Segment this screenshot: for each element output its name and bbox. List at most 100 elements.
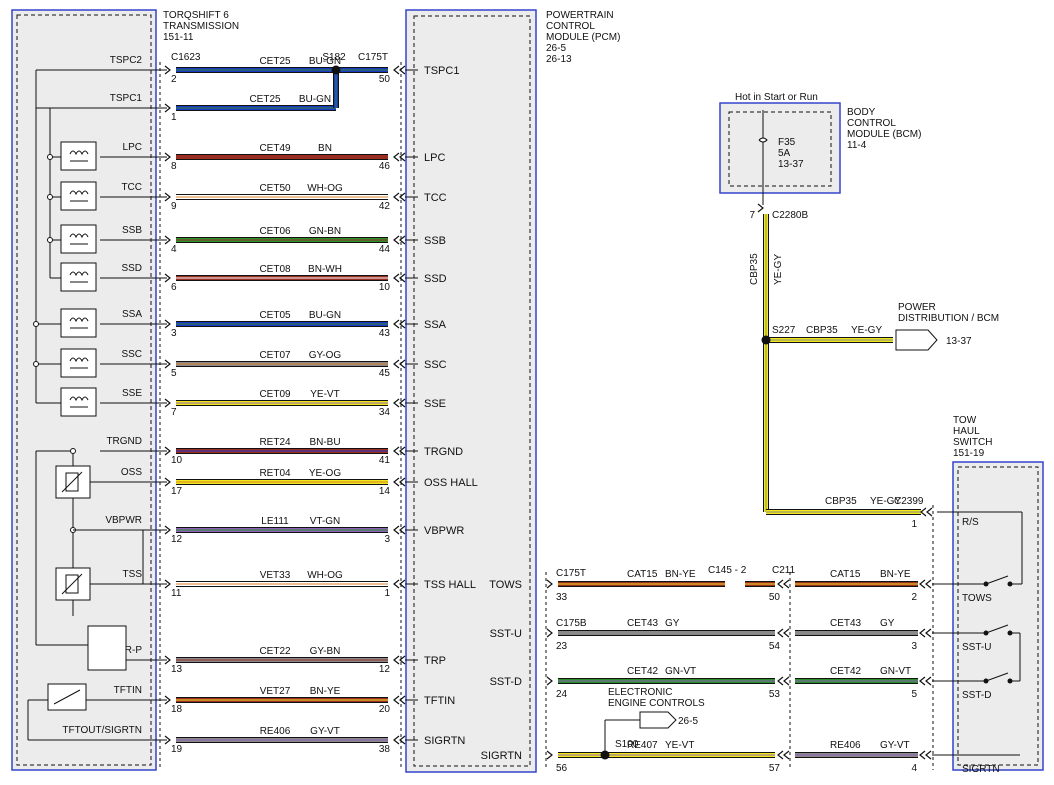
bcm-title-2: MODULE (BCM)	[847, 129, 921, 140]
pcm-right-connector	[546, 628, 553, 638]
eec-title-0: ELECTRONIC	[608, 687, 672, 698]
wire-color: BN-YE	[665, 569, 696, 580]
pcm-connector	[393, 735, 400, 745]
circuit-id: RE406	[830, 740, 861, 751]
trans-pin-number: 4	[171, 244, 177, 255]
pcm-pin-label: LPC	[424, 152, 445, 164]
wire-sst-d-stripe	[558, 680, 775, 682]
c145-label: C145 - 2	[708, 565, 747, 576]
c211-pin: 57	[769, 763, 781, 774]
pcm-pin-number: 14	[379, 486, 391, 497]
tow-title-3: 151-19	[953, 448, 985, 459]
pcm-connector	[393, 319, 400, 329]
pcm-right-connector	[546, 750, 553, 760]
wire-color: YE-VT	[665, 740, 694, 751]
trans-pin-number: 7	[171, 407, 177, 418]
wire-color: YE-OG	[309, 468, 341, 479]
pcm-pin-number: 12	[379, 664, 391, 675]
wire-trgnd-stripe	[176, 450, 388, 452]
wire-sst-d-sw-stripe	[795, 680, 918, 682]
tow-connector	[919, 579, 926, 589]
pcm-pin-number: 46	[379, 161, 391, 172]
rs-label: R/S	[962, 517, 979, 528]
fuse-icon	[758, 137, 768, 143]
c2399-label: C2399	[894, 496, 924, 507]
trgnd-node	[70, 448, 76, 454]
tow-connector-2	[925, 750, 932, 760]
c2399-connector-2	[926, 507, 933, 517]
pcm-connector	[393, 273, 400, 283]
cbp35-label: CBP35	[806, 325, 838, 336]
pcm-connector	[393, 579, 400, 589]
wire-tows-b-stripe	[745, 583, 775, 585]
wire-color: BU-GN	[309, 310, 341, 321]
s182-label: S182	[322, 52, 346, 63]
tow-title-1: HAUL	[953, 426, 980, 437]
c2280b-pin: 7	[749, 210, 755, 221]
wire-color: YE-VT	[310, 389, 339, 400]
wire-color: WH-OG	[307, 183, 343, 194]
pcm-pin-label: TFTIN	[424, 695, 455, 707]
fuse-label-2: 13-37	[778, 159, 804, 170]
trans-pin-number: 3	[171, 328, 177, 339]
pcm-title-1: CONTROL	[546, 21, 595, 32]
wire-tcc-stripe	[176, 196, 388, 198]
wire-cbp35-power-stripe	[766, 339, 893, 341]
trans-pin-label: TFTIN	[114, 685, 142, 696]
pcm-connector-2	[399, 359, 406, 369]
wire-tspc2-b-stripe	[336, 69, 388, 71]
pcm-connector	[393, 359, 400, 369]
pcm-pin-label: VBPWR	[424, 525, 464, 537]
pcm-pin-number: 44	[379, 244, 391, 255]
wire-sigrtn-sw-stripe	[795, 754, 918, 756]
circuit-id: CET22	[259, 646, 291, 657]
wire-color: GY-VT	[880, 740, 910, 751]
pcm-pin-number: 38	[379, 744, 391, 755]
s227-splice	[761, 335, 771, 345]
pcm-connector	[393, 235, 400, 245]
circuit-id: CAT15	[830, 569, 861, 580]
wire-tspc2-stripe	[176, 69, 336, 71]
wire-color: VT-GN	[310, 516, 341, 527]
c2399-pin: 1	[911, 519, 917, 530]
c1623-label: C1623	[171, 52, 201, 63]
wire-tss-stripe	[176, 583, 388, 585]
transmission-title-0: TORQSHIFT 6	[163, 10, 229, 21]
pcm-connector	[393, 477, 400, 487]
circuit-id: CET05	[259, 310, 291, 321]
circuit-id: CET25	[249, 94, 281, 105]
wire-ssa-stripe	[176, 323, 388, 325]
pcm-connector	[393, 525, 400, 535]
wire-color: BN	[318, 143, 332, 154]
switch-label: SST-D	[962, 690, 991, 701]
wire-oss-stripe	[176, 481, 388, 483]
solenoid-icon	[60, 387, 97, 417]
pcm-pin-number: 50	[379, 74, 391, 85]
c2280b-connector	[757, 203, 764, 213]
pcm-pin-label: TRP	[424, 655, 446, 667]
pcm-pin-number: 41	[379, 455, 391, 466]
trs-box	[87, 625, 127, 671]
trans-pin-label: TCC	[121, 182, 142, 193]
circuit-id: CET07	[259, 350, 291, 361]
power-dist-ref: 13-37	[946, 336, 972, 347]
tow-connector-2	[925, 579, 932, 589]
eec-ref: 26-5	[678, 716, 698, 727]
trans-pin-number: 8	[171, 161, 177, 172]
tspc2-node	[33, 361, 39, 367]
c211-pin: 53	[769, 689, 781, 700]
trans-pin-label: TSPC2	[110, 55, 143, 66]
trans-pin-number: 2	[171, 74, 177, 85]
trans-pin-label: SSE	[122, 388, 142, 399]
s100-splice	[600, 750, 610, 760]
trans-pin-number: 13	[171, 664, 183, 675]
pcm-right-connector	[546, 579, 553, 589]
wire-color: BN-BU	[309, 437, 340, 448]
tow-connector	[919, 750, 926, 760]
c211-connector	[777, 750, 784, 760]
power-dist-connector-icon	[895, 329, 938, 351]
wire-tftoutsigrtn-stripe	[176, 739, 388, 741]
trans-pin-number: 18	[171, 704, 183, 715]
pcm-pin-number: 43	[379, 328, 391, 339]
trans-pin-label: SSD	[121, 263, 142, 274]
